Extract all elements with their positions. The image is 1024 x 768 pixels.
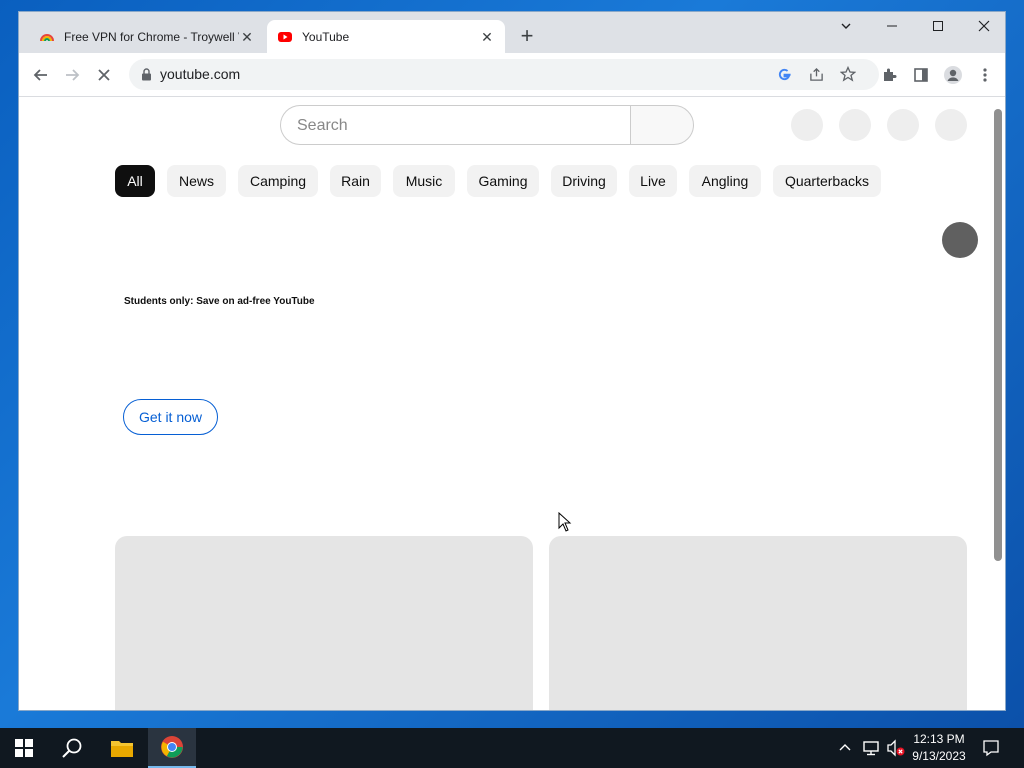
tab-search-icon[interactable]: [823, 12, 869, 40]
side-panel-icon[interactable]: [909, 63, 933, 87]
minimize-button[interactable]: [869, 12, 915, 40]
tab-youtube[interactable]: YouTube ✕: [267, 20, 505, 53]
search-input[interactable]: Search: [280, 105, 631, 145]
tab-title: YouTube: [302, 29, 350, 44]
chip-live[interactable]: Live: [629, 165, 677, 197]
get-it-now-button[interactable]: Get it now: [123, 399, 218, 435]
chip-gaming[interactable]: Gaming: [467, 165, 539, 197]
chip-rain[interactable]: Rain: [330, 165, 381, 197]
notifications-icon[interactable]: [982, 739, 1000, 762]
scrollbar[interactable]: [994, 109, 1002, 561]
extensions-icon[interactable]: [877, 63, 901, 87]
placeholder-icon-2[interactable]: [839, 109, 871, 141]
start-button[interactable]: [0, 728, 48, 768]
chrome-window: Free VPN for Chrome - Troywell V ✕ YouTu…: [18, 11, 1006, 711]
close-window-button[interactable]: [961, 12, 1005, 40]
windows-icon: [15, 739, 33, 757]
toolbar: youtube.com: [19, 53, 1005, 97]
clock-date: 9/13/2023: [912, 749, 966, 763]
share-icon[interactable]: [809, 67, 824, 82]
promo-text: Students only: Save on ad-free YouTube: [124, 296, 315, 307]
clock-time: 12:13 PM: [913, 732, 965, 746]
menu-icon[interactable]: [973, 63, 997, 87]
placeholder-icon-4[interactable]: [935, 109, 967, 141]
address-bar[interactable]: youtube.com: [129, 59, 879, 90]
mouse-cursor-icon: [558, 512, 572, 532]
placeholder-icon-1[interactable]: [791, 109, 823, 141]
bookmark-star-icon[interactable]: [840, 66, 856, 82]
chrome-taskbar-icon[interactable]: [148, 728, 196, 768]
youtube-favicon-icon: [278, 31, 292, 42]
video-thumbnail-1[interactable]: [115, 536, 533, 710]
stop-loading-button[interactable]: [92, 63, 116, 87]
tab-vpn[interactable]: Free VPN for Chrome - Troywell V ✕: [29, 20, 265, 53]
title-bar: Free VPN for Chrome - Troywell V ✕ YouTu…: [19, 12, 1005, 53]
close-tab-icon[interactable]: ✕: [479, 29, 495, 45]
chip-camping[interactable]: Camping: [238, 165, 318, 197]
video-thumbnail-2[interactable]: [549, 536, 967, 710]
file-explorer-icon[interactable]: [98, 728, 146, 768]
chip-all[interactable]: All: [115, 165, 155, 197]
vpn-favicon-icon: [40, 33, 54, 41]
maximize-button[interactable]: [915, 12, 961, 40]
chip-news[interactable]: News: [167, 165, 226, 197]
avatar[interactable]: [942, 222, 978, 258]
back-button[interactable]: [29, 63, 53, 87]
chip-music[interactable]: Music: [393, 165, 455, 197]
google-icon[interactable]: [777, 67, 792, 82]
url-text: youtube.com: [160, 66, 241, 82]
tab-title: Free VPN for Chrome - Troywell V: [64, 29, 239, 44]
placeholder-icon-3[interactable]: [887, 109, 919, 141]
chip-angling[interactable]: Angling: [689, 165, 761, 197]
taskbar: 12:13 PM 9/13/2023: [0, 728, 1024, 768]
chip-driving[interactable]: Driving: [551, 165, 617, 197]
close-tab-icon[interactable]: ✕: [239, 29, 255, 45]
new-tab-button[interactable]: +: [515, 24, 539, 48]
search-button[interactable]: [630, 105, 694, 145]
clock[interactable]: 12:13 PM 9/13/2023: [906, 731, 972, 765]
volume-muted-icon[interactable]: [886, 739, 906, 762]
youtube-page: Search All News Camping Rain Music Gamin…: [19, 97, 1005, 710]
forward-button[interactable]: [60, 63, 84, 87]
chevron-up-icon[interactable]: [838, 740, 852, 759]
lock-icon: [142, 68, 151, 81]
network-icon[interactable]: [862, 739, 880, 762]
profile-icon[interactable]: [941, 63, 965, 87]
search-icon[interactable]: [48, 728, 96, 768]
chip-quarterbacks[interactable]: Quarterbacks: [773, 165, 881, 197]
